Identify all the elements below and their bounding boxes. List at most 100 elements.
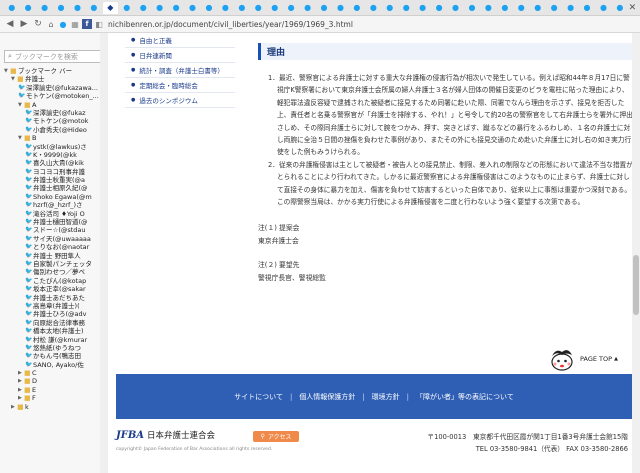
browser-tab[interactable]: ● (497, 2, 512, 14)
bookmark-folder[interactable]: ▼ ■ B (0, 134, 107, 142)
browser-tab[interactable]: ● (366, 2, 381, 14)
browser-tab[interactable]: ● (333, 2, 348, 14)
bookmark-item[interactable]: 🐦 滝谷活司 ♦Yoji O (0, 210, 107, 218)
bookmark-folder[interactable]: ▼ ■ A (0, 101, 107, 109)
browser-tab[interactable]: ● (596, 2, 611, 14)
footer-link-notation[interactable]: 「障がい者」等の表記について (409, 392, 521, 402)
browser-tab[interactable]: ● (316, 2, 331, 14)
browser-tab[interactable]: ● (267, 2, 282, 14)
left-nav-item[interactable]: ● 統計・調査（弁護士白書等） (125, 63, 235, 78)
forward-arrow-icon[interactable]: ▶ (18, 19, 30, 29)
bookmark-item[interactable]: 🐦 橋本太地(弁護士) (0, 327, 107, 335)
sidebar-scrollbar[interactable] (100, 33, 108, 473)
browser-tab[interactable]: ● (530, 2, 545, 14)
bookmark-item[interactable]: 🐦 村松 謙(@kmurar (0, 336, 107, 344)
browser-tab[interactable]: ● (185, 2, 200, 14)
bookmark-item[interactable]: 🐦 K・9999(@kk (0, 151, 107, 159)
bookmark-item[interactable]: 🐦 弁護士樋田智道(@ (0, 218, 107, 226)
bookmark-item[interactable]: 🐦 弁護士秋重実(@a (0, 176, 107, 184)
bookmark-item[interactable]: 🐦 向原総合法律事務 (0, 319, 107, 327)
bookmark-item[interactable]: 🐦 モトケン(@motok (0, 117, 107, 125)
browser-tab[interactable]: ● (300, 2, 315, 14)
browser-tab[interactable]: ● (481, 2, 496, 14)
bookmark-item[interactable]: 🐦 サイ天(@uwaaaaa (0, 235, 107, 243)
home-icon[interactable]: ⌂ (46, 19, 56, 29)
bookmark-icon[interactable]: ▦ (70, 19, 80, 29)
browser-tab[interactable]: ● (448, 2, 463, 14)
browser-tab[interactable]: ● (70, 2, 85, 14)
browser-tab[interactable]: ● (152, 2, 167, 14)
browser-tab[interactable]: ● (464, 2, 479, 14)
bookmark-item[interactable]: 🐦 ヨコヨコ刑事弁護 (0, 168, 107, 176)
browser-tab[interactable]: ● (546, 2, 561, 14)
bookmark-search-input[interactable]: ⌕ ブックマークを検索 (4, 50, 103, 63)
browser-tab[interactable]: ● (283, 2, 298, 14)
bookmark-item[interactable]: 🐦 hzrf(@_hzrf_)さ (0, 201, 107, 209)
scroll-thumb[interactable] (633, 255, 639, 315)
bookmark-item[interactable]: 🐦 弁護士ひろ(@adv (0, 310, 107, 318)
browser-tab[interactable]: ● (382, 2, 397, 14)
bookmark-folder[interactable]: ▼ ■ ブックマーク バー (0, 67, 107, 75)
bookmark-item[interactable]: 🐦 とりなお(@naotar (0, 243, 107, 251)
access-button[interactable]: ⚲ アクセス (253, 431, 299, 442)
reload-icon[interactable]: ↻ (32, 19, 44, 29)
bookmark-item[interactable]: 🐦 Shoko Egawa(@m (0, 193, 107, 201)
browser-tab[interactable]: ● (399, 2, 414, 14)
bookmark-folder[interactable]: ▶ ■ k (0, 403, 107, 411)
browser-tab[interactable]: ● (563, 2, 578, 14)
browser-tab[interactable]: ● (415, 2, 430, 14)
bookmark-item[interactable]: 🐦 傷別わせつ／夢ぺ (0, 268, 107, 276)
twitter-icon[interactable]: ● (58, 19, 68, 29)
browser-tab[interactable]: ● (119, 2, 134, 14)
browser-tab[interactable]: ● (431, 2, 446, 14)
facebook-icon[interactable]: f (82, 19, 92, 29)
left-nav-item[interactable]: ● 定期総会・臨時総会 (125, 78, 235, 93)
bookmark-folder[interactable]: ▶ ■ D (0, 377, 107, 385)
bookmark-folder[interactable]: ▶ ■ C (0, 369, 107, 377)
url-bar[interactable]: nichibenren.or.jp/document/civil_liberti… (108, 20, 353, 29)
browser-tab[interactable]: ● (218, 2, 233, 14)
bookmark-item[interactable]: 🐦 悠熱紙(ゆうねつ (0, 344, 107, 352)
browser-tab[interactable]: ● (4, 2, 19, 14)
bookmark-item[interactable]: 🐦 坂本正幸(@sakar (0, 285, 107, 293)
back-arrow-icon[interactable]: ◀ (4, 19, 16, 29)
footer-link-environment[interactable]: 環境方針 (365, 392, 407, 402)
browser-tab[interactable]: ● (349, 2, 364, 14)
org-logo[interactable]: JFBA 日本弁護士連合会 (116, 429, 215, 442)
browser-tab[interactable]: ● (86, 2, 101, 14)
browser-tab[interactable]: ● (612, 2, 627, 14)
bookmark-item[interactable]: 🐦 深澤諭史(@fukaz (0, 109, 107, 117)
browser-tab[interactable]: ● (168, 2, 183, 14)
bookmark-folder[interactable]: ▶ ■ E (0, 386, 107, 394)
footer-link-privacy[interactable]: 個人情報保護方針 (292, 392, 362, 402)
bookmark-item[interactable]: 🐦 自家製パンチェッタ (0, 260, 107, 268)
browser-tab[interactable]: ● (20, 2, 35, 14)
browser-tab[interactable]: ◆ (102, 1, 119, 14)
browser-tab[interactable]: ● (201, 2, 216, 14)
page-scrollbar[interactable] (632, 33, 640, 473)
bookmark-item[interactable]: 🐦 弁護士 野田隼人 (0, 252, 107, 260)
browser-tab[interactable]: ● (579, 2, 594, 14)
bookmark-item[interactable]: 🐦 SANO, Ayako/佐 (0, 361, 107, 369)
left-nav-item[interactable]: ● 過去のシンポジウム (125, 93, 235, 108)
bookmark-item[interactable]: 🐦 高島章(弁護士)( (0, 302, 107, 310)
bookmark-item[interactable]: 🐦 かもん弓(鴨志田 (0, 352, 107, 360)
browser-tab[interactable]: ● (37, 2, 52, 14)
close-icon[interactable]: ✕ (629, 3, 637, 13)
left-nav-item[interactable]: ● 自由と正義 (125, 33, 235, 48)
bookmark-item[interactable]: 🐦 スドー☆(@stdau (0, 226, 107, 234)
browser-tab[interactable]: ● (53, 2, 68, 14)
browser-tab[interactable]: ● (136, 2, 151, 14)
browser-tab[interactable]: ● (251, 2, 266, 14)
bookmark-item[interactable]: 🐦 弁護士あだちあた (0, 294, 107, 302)
bookmark-item[interactable]: 🐦 モトケン(@motoken_... (0, 92, 107, 100)
bookmark-folder[interactable]: ▼ ■ 弁護士 (0, 75, 107, 83)
bookmark-folder[interactable]: ▶ ■ F (0, 394, 107, 402)
bookmark-item[interactable]: 🐦 喜久山大貴(@kik (0, 159, 107, 167)
page-top-button[interactable]: PAGE TOP ▲ (548, 346, 618, 372)
bookmark-item[interactable]: 🐦 弁護士相原久紀(@ (0, 184, 107, 192)
footer-link-about[interactable]: サイトについて (227, 392, 290, 402)
browser-tab[interactable]: ● (234, 2, 249, 14)
bookmark-item[interactable]: 🐦 深澤諭史(@fukazawa... (0, 84, 107, 92)
bookmark-item[interactable]: 🐦 ystk(@lawkus)さ (0, 143, 107, 151)
